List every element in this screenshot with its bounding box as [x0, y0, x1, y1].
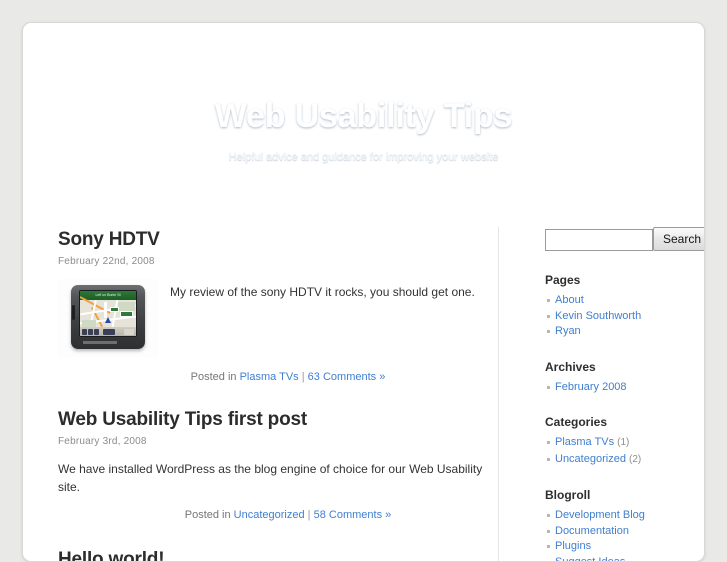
- post-thumbnail-row: Left on Burke St: [58, 279, 488, 361]
- sidebar-divider: [498, 227, 499, 562]
- widget-pages: Pages About Kevin Southworth Ryan: [525, 273, 693, 340]
- site-header-banner: Web Usability Tips Helpful advice and gu…: [34, 33, 693, 197]
- gps-screen-bezel: Left on Burke St: [79, 290, 137, 337]
- gps-direction-text: Left on Burke St: [80, 291, 136, 300]
- sidebar-link[interactable]: Development Blog: [555, 509, 645, 521]
- post-meta-prefix: Posted in: [185, 509, 231, 521]
- page-container: Web Usability Tips Helpful advice and gu…: [22, 22, 705, 562]
- widget-title: Blogroll: [545, 488, 693, 502]
- list-item: Documentation: [555, 524, 693, 540]
- widget-list: Development Blog Documentation Plugins S…: [525, 508, 693, 562]
- post-article: Sony HDTV February 22nd, 2008 Left on Bu…: [58, 229, 488, 383]
- post-category-link[interactable]: Uncategorized: [234, 509, 305, 521]
- widget-list: February 2008: [525, 380, 693, 396]
- widget-title: Categories: [545, 415, 693, 429]
- sidebar-link[interactable]: Ryan: [555, 325, 581, 337]
- gps-brand-label: [83, 341, 117, 344]
- gps-device-body: Left on Burke St: [71, 285, 145, 349]
- sidebar: Search Pages About Kevin Southworth Ryan…: [525, 215, 693, 562]
- sidebar-link[interactable]: Plugins: [555, 540, 591, 552]
- list-item: Uncategorized (2): [555, 452, 693, 469]
- search-button[interactable]: Search: [653, 227, 705, 251]
- widget-categories: Categories Plasma TVs (1) Uncategorized …: [525, 415, 693, 468]
- post-category-link[interactable]: Plasma TVs: [240, 371, 299, 383]
- sidebar-link[interactable]: Uncategorized: [555, 453, 626, 465]
- list-item: Suggest Ideas: [555, 555, 693, 562]
- post-article: Web Usability Tips first post February 3…: [58, 409, 488, 521]
- post-article: Hello world!: [58, 549, 488, 562]
- widget-blogroll: Blogroll Development Blog Documentation …: [525, 488, 693, 562]
- post-meta-prefix: Posted in: [191, 371, 237, 383]
- widget-title: Pages: [545, 273, 693, 287]
- gps-toolbar: [80, 327, 136, 336]
- sidebar-link[interactable]: February 2008: [555, 381, 627, 393]
- post-meta: Posted in Uncategorized | 58 Comments »: [58, 509, 488, 521]
- post-title[interactable]: Hello world!: [58, 549, 488, 562]
- list-item: Development Blog: [555, 508, 693, 524]
- category-count: (2): [629, 454, 641, 465]
- post-date: February 22nd, 2008: [58, 256, 488, 267]
- sidebar-link[interactable]: Suggest Ideas: [555, 556, 625, 562]
- widget-list: About Kevin Southworth Ryan: [525, 293, 693, 340]
- post-body: We have installed WordPress as the blog …: [58, 460, 488, 496]
- site-description: Helpful advice and guidance for improvin…: [34, 151, 693, 163]
- gps-screen: Left on Burke St: [80, 291, 136, 336]
- post-meta: Posted in Plasma TVs | 63 Comments »: [58, 371, 488, 383]
- search-input[interactable]: [545, 229, 653, 251]
- sidebar-link[interactable]: Kevin Southworth: [555, 310, 641, 322]
- widget-list: Plasma TVs (1) Uncategorized (2): [525, 435, 693, 468]
- content-area: Sony HDTV February 22nd, 2008 Left on Bu…: [23, 215, 704, 562]
- meta-separator: |: [302, 371, 305, 383]
- category-count: (1): [617, 437, 629, 448]
- post-comments-link[interactable]: 58 Comments »: [314, 509, 392, 521]
- list-item: About: [555, 293, 693, 309]
- list-item: Ryan: [555, 324, 693, 340]
- meta-separator: |: [308, 509, 311, 521]
- post-date: February 3rd, 2008: [58, 436, 488, 447]
- widget-title: Archives: [545, 360, 693, 374]
- sidebar-link[interactable]: Documentation: [555, 525, 629, 537]
- gps-side-button: [72, 305, 75, 320]
- gps-position-arrow: [105, 317, 111, 323]
- gps-direction-bar: Left on Burke St: [80, 291, 136, 300]
- site-title: Web Usability Tips: [34, 99, 693, 133]
- list-item: Plasma TVs (1): [555, 435, 693, 452]
- gps-device-image: Left on Burke St: [58, 279, 158, 357]
- list-item: Plugins: [555, 539, 693, 555]
- post-body: My review of the sony HDTV it rocks, you…: [170, 283, 480, 301]
- search-form: Search: [525, 229, 693, 253]
- post-comments-link[interactable]: 63 Comments »: [308, 371, 386, 383]
- list-item: Kevin Southworth: [555, 309, 693, 325]
- list-item: February 2008: [555, 380, 693, 396]
- sidebar-link[interactable]: Plasma TVs: [555, 436, 614, 448]
- post-title[interactable]: Web Usability Tips first post: [58, 409, 488, 431]
- post-title[interactable]: Sony HDTV: [58, 229, 488, 251]
- gps-map-view: [80, 300, 136, 327]
- main-content-column: Sony HDTV February 22nd, 2008 Left on Bu…: [58, 215, 488, 562]
- sidebar-link[interactable]: About: [555, 294, 584, 306]
- widget-archives: Archives February 2008: [525, 360, 693, 396]
